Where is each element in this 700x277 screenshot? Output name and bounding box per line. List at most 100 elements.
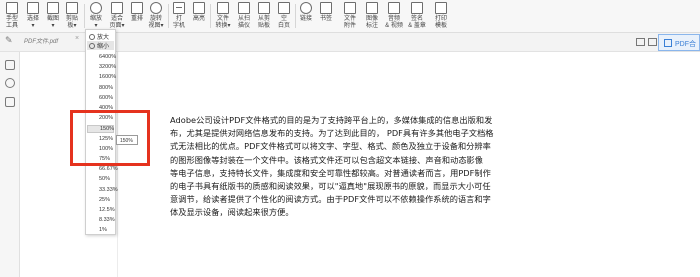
sign-stamp-tool-label: 签名 (410, 16, 423, 22)
file-convert-tool-button[interactable]: 文件 转换▾ (213, 1, 233, 32)
bookmark-panel-icon[interactable] (5, 60, 15, 70)
from-scanner-tool-label: 从扫 (237, 16, 250, 22)
file-convert-tool-label: 文件 (216, 16, 229, 22)
from-scanner-tool-button[interactable]: 从扫 描仪 (235, 1, 253, 32)
rotate-view-tool-label: 旋转 (149, 16, 162, 22)
bookmark-tool-button[interactable]: 书签 (318, 1, 334, 32)
fit-page-tool-label: 适合 (110, 16, 123, 22)
from-scanner-tool-label-2: 描仪 (237, 23, 250, 29)
ribbon-divider (84, 4, 85, 28)
ribbon-divider (168, 4, 169, 28)
zoom-icon (90, 2, 102, 14)
audio-video-tool-button[interactable]: 音频 & 视频 (383, 1, 405, 32)
zoom-level-item[interactable]: 6400% (99, 54, 116, 60)
blank-page-icon (278, 2, 290, 14)
fit-page-tool-button[interactable]: 适合 页面▾ (107, 1, 127, 32)
cursor-icon (27, 2, 39, 14)
select-tool-button[interactable]: 选择 ▾ (24, 1, 42, 32)
zoom-tool-label: 缩放 (89, 16, 102, 22)
document-paragraph: Adobe公司设计PDF文件格式的目的是为了支持跨平台上的，多媒体集成的信息出版… (170, 115, 494, 218)
rotate-icon (150, 2, 162, 14)
zoom-level-item[interactable]: 33.33% (99, 187, 118, 193)
grid-view-icon[interactable] (636, 38, 645, 46)
zoom-level-item[interactable]: 66.67% (99, 166, 118, 172)
hand-tool-label-2: 工具 (5, 23, 18, 29)
image-annotation-tool-label: 图像 (365, 16, 378, 22)
zoom-level-item[interactable]: 800% (99, 85, 113, 91)
print-template-tool-button[interactable]: 打印 模板 (432, 1, 450, 32)
stamp-icon (411, 2, 423, 14)
select-tool-caret: ▾ (31, 23, 35, 29)
screenshot-tool-button[interactable]: 截图 ▾ (44, 1, 62, 32)
blank-page-tool-label: 空 (280, 16, 287, 22)
screenshot-tool-label: 截图 (46, 16, 59, 22)
audio-video-tool-label: 音频 (387, 16, 400, 22)
file-attachment-tool-label: 文件 (343, 16, 356, 22)
rotate-view-tool-label-2: 视图▾ (148, 23, 164, 29)
from-clipboard-tool-label-2: 贴板 (257, 23, 270, 29)
sign-stamp-tool-label-2: & 盖章 (408, 23, 426, 29)
reflow-tool-label: 重排 (130, 16, 143, 22)
blank-page-tool-label-2: 白页 (277, 23, 290, 29)
image-annotation-tool-button[interactable]: 图像 标注 (363, 1, 381, 32)
zoom-out-item[interactable]: 缩小 (87, 41, 114, 50)
clipboard-tool-label: 剪贴 (65, 16, 78, 22)
screenshot-tool-caret: ▾ (51, 23, 55, 29)
zoom-level-item[interactable]: 8.33% (99, 217, 115, 223)
zoom-out-icon (89, 43, 95, 49)
zoom-tool-button[interactable]: 缩放 ▾ (87, 1, 105, 32)
zoom-level-item[interactable]: 12.5% (99, 207, 115, 213)
clipboard-icon (66, 2, 78, 14)
highlight-tool-button[interactable]: 高亮 (191, 1, 207, 32)
single-page-view-icon[interactable] (648, 38, 657, 46)
select-tool-label: 选择 (26, 16, 39, 22)
hand-icon (6, 2, 18, 14)
tab-close-icon[interactable]: × (75, 35, 79, 42)
pages-panel-icon[interactable] (5, 97, 15, 107)
file-convert-icon (217, 2, 229, 14)
file-attachment-tool-label-2: 附件 (343, 23, 356, 29)
print-icon (435, 2, 447, 14)
typewriter-tool-label: 打 (175, 16, 182, 22)
image-annotation-tool-label-2: 标注 (365, 23, 378, 29)
print-template-tool-label-2: 模板 (434, 23, 447, 29)
from-clipboard-tool-button[interactable]: 从剪 贴板 (255, 1, 273, 32)
rotate-view-tool-button[interactable]: 旋转 视图▾ (146, 1, 166, 32)
hand-tool-button[interactable]: 手型 工具 (3, 1, 21, 32)
pdf-merge-icon (664, 39, 672, 47)
reflow-tool-button[interactable]: 重排 (129, 1, 145, 32)
paste-icon (258, 2, 270, 14)
zoom-level-item[interactable]: 1600% (99, 74, 116, 80)
file-convert-tool-label-2: 转换▾ (215, 23, 231, 29)
attachment-icon (344, 2, 356, 14)
link-tool-button[interactable]: 链接 (298, 1, 314, 32)
bookmark-tool-label: 书签 (319, 16, 332, 22)
highlight-tool-label: 高亮 (192, 16, 205, 22)
link-icon (300, 2, 312, 14)
pen-icon[interactable]: ✎ (5, 35, 13, 46)
comments-panel-icon[interactable] (5, 78, 15, 88)
file-attachment-tool-button[interactable]: 文件 附件 (341, 1, 359, 32)
screenshot-icon (47, 2, 59, 14)
zoom-level-item[interactable]: 600% (99, 95, 113, 101)
document-tab-title[interactable]: PDF文件.pdf (24, 36, 58, 45)
zoom-level-item[interactable]: 1% (99, 227, 107, 233)
typewriter-tool-button[interactable]: 打 字机 (171, 1, 187, 32)
ribbon-divider (210, 4, 211, 28)
pdf-merge-badge[interactable]: PDF合 (658, 34, 700, 51)
link-tool-label: 链接 (299, 16, 312, 22)
zoom-out-label: 缩小 (97, 44, 110, 50)
image-icon (366, 2, 378, 14)
from-clipboard-tool-label: 从剪 (257, 16, 270, 22)
sign-stamp-tool-button[interactable]: 签名 & 盖章 (406, 1, 428, 32)
zoom-level-item[interactable]: 3200% (99, 64, 116, 70)
fit-page-icon (111, 2, 123, 14)
hand-tool-label: 手型 (5, 16, 18, 22)
clipboard-tool-button[interactable]: 剪贴 板▾ (63, 1, 81, 32)
zoom-level-item[interactable]: 50% (99, 176, 110, 182)
clipboard-tool-label-2: 板▾ (67, 23, 77, 29)
zoom-level-item[interactable]: 25% (99, 197, 110, 203)
left-sidebar (0, 52, 20, 277)
blank-page-tool-button[interactable]: 空 白页 (276, 1, 292, 32)
zoom-in-item[interactable]: 放大 (89, 32, 109, 41)
